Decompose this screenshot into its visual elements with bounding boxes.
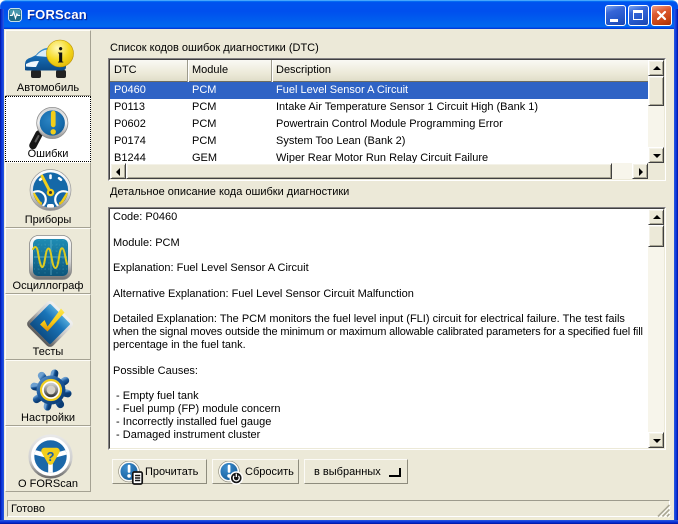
svg-text:?: ? xyxy=(47,449,55,464)
svg-text:i: i xyxy=(57,43,63,68)
